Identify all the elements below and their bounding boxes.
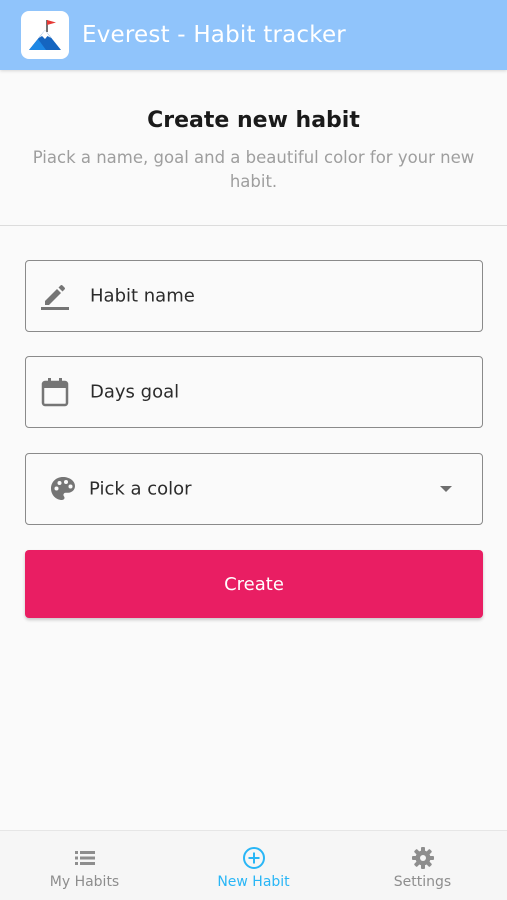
- palette-icon: [51, 477, 75, 500]
- page-header: Create new habit Piack a name, goal and …: [0, 70, 507, 226]
- mountain-flag-logo: [29, 20, 61, 50]
- pencil-icon: [41, 285, 69, 310]
- days-goal-label: Days goal: [90, 381, 180, 403]
- create-button[interactable]: Create: [25, 550, 483, 618]
- days-goal-field[interactable]: Days goal: [25, 356, 483, 428]
- page-title: Create new habit: [147, 108, 360, 133]
- page-subtitle: Piack a name, goal and a beautiful color…: [32, 148, 475, 191]
- app-title: Everest - Habit tracker: [82, 22, 346, 48]
- nav-label-settings: Settings: [393, 874, 452, 890]
- nav-label-my-habits: My Habits: [49, 874, 120, 890]
- chevron-down-icon: [440, 486, 452, 492]
- color-picker-dropdown[interactable]: Pick a color: [25, 453, 483, 525]
- app-bar: Everest - Habit tracker: [0, 0, 507, 70]
- nav-item-my-habits[interactable]: My Habits: [0, 831, 169, 900]
- color-picker-label: Pick a color: [89, 478, 192, 500]
- bottom-nav: My Habits New Habit Settings: [0, 830, 507, 900]
- app-screen: Everest - Habit tracker Create new habit…: [0, 0, 507, 900]
- gear-icon: [411, 847, 434, 869]
- habit-name-label: Habit name: [90, 285, 195, 307]
- app-logo: [21, 11, 69, 59]
- list-icon: [74, 851, 95, 865]
- nav-label-new-habit: New Habit: [217, 874, 290, 890]
- nav-item-settings[interactable]: Settings: [338, 831, 507, 900]
- calendar-icon: [41, 378, 69, 407]
- nav-item-new-habit[interactable]: New Habit: [169, 831, 338, 900]
- add-circle-icon: [242, 847, 265, 869]
- habit-name-field[interactable]: Habit name: [25, 260, 483, 332]
